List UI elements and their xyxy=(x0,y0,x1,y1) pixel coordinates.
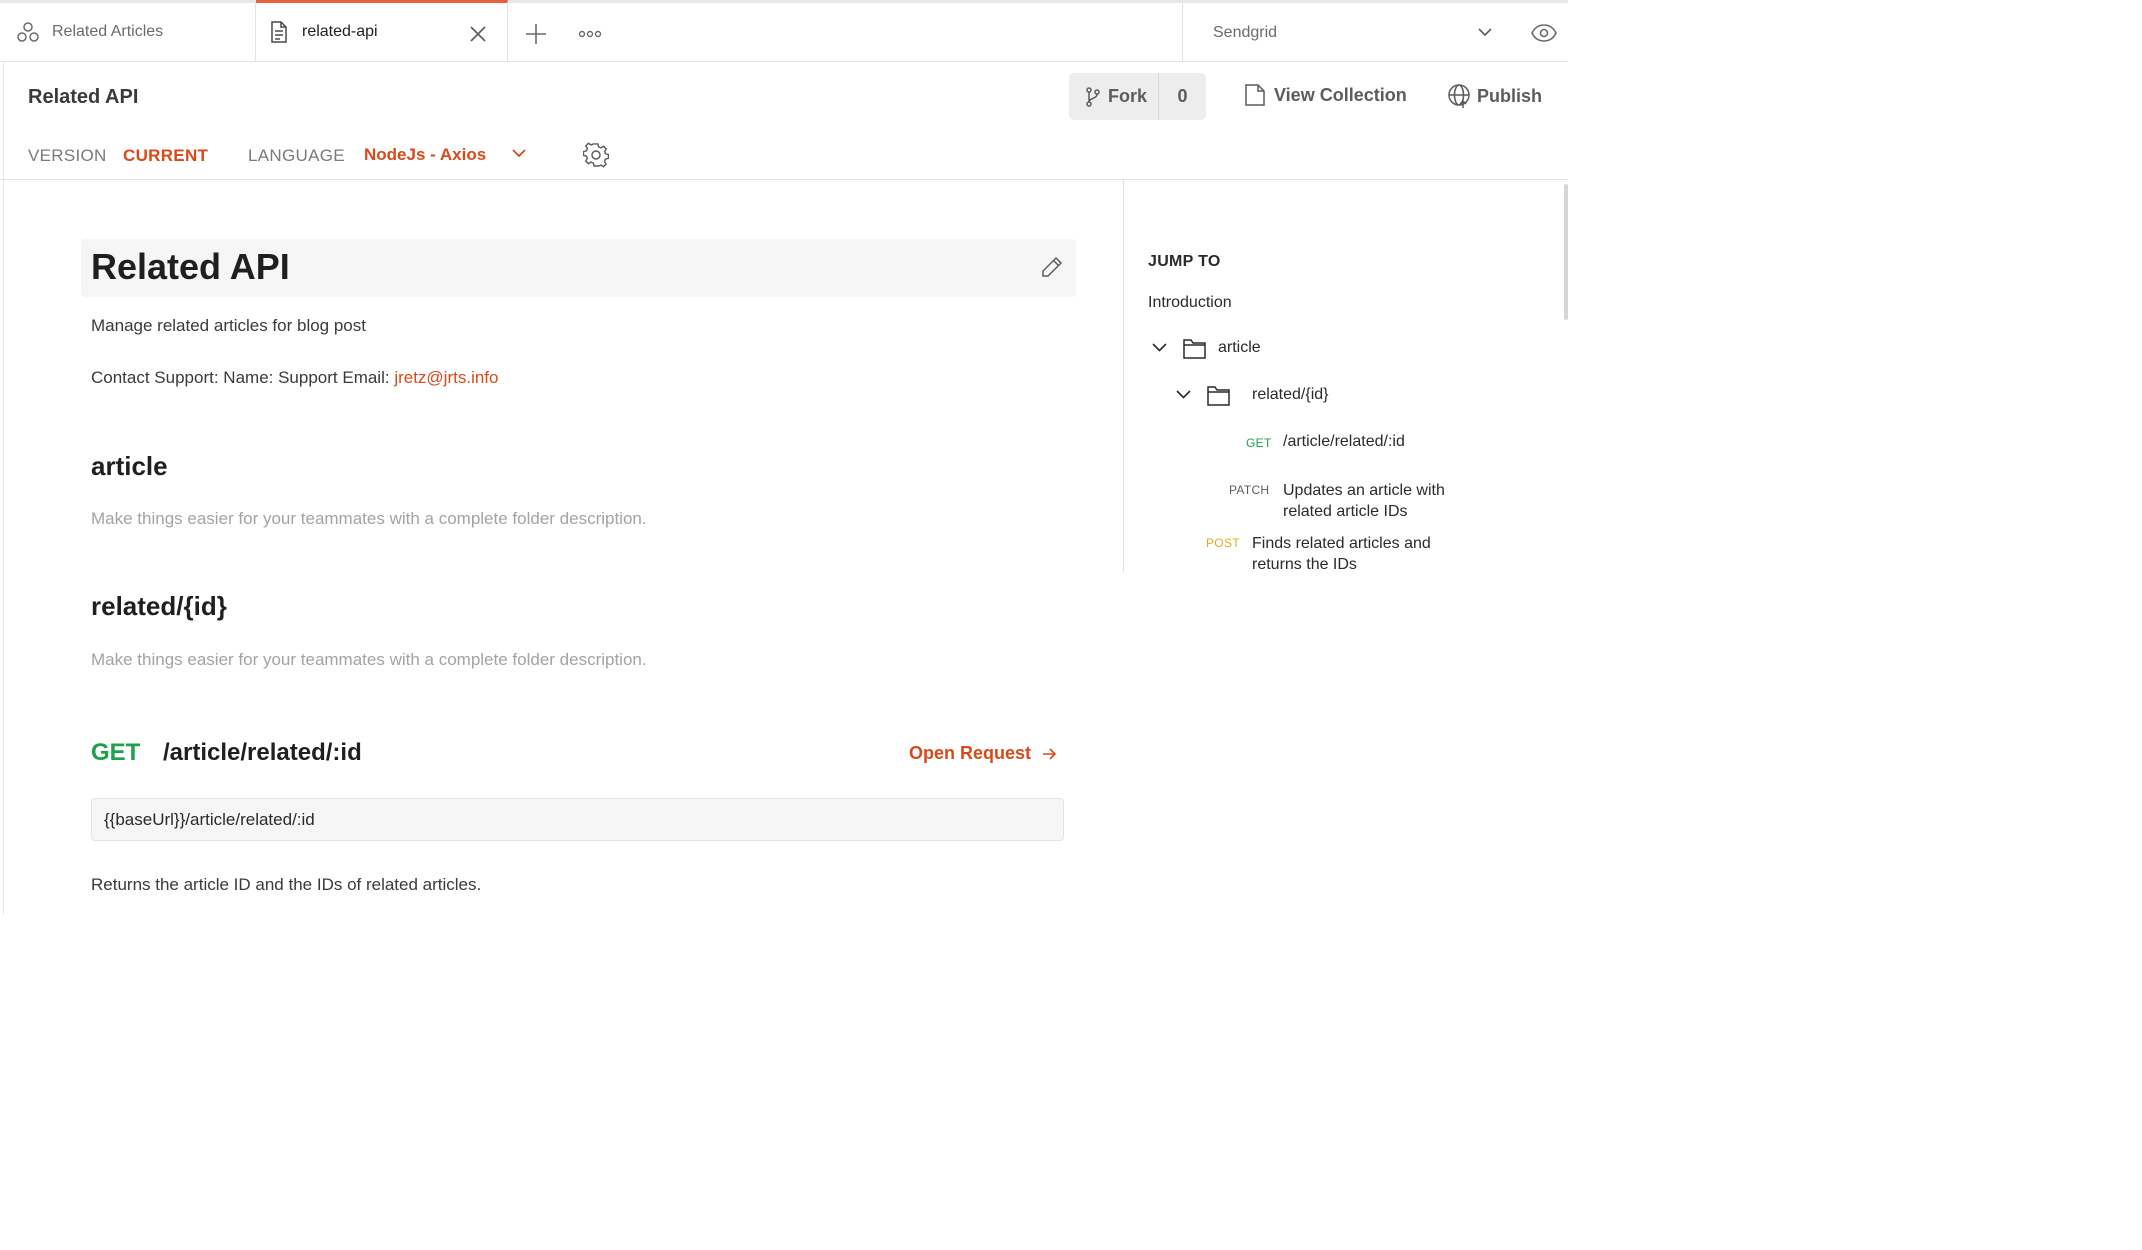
toc-folder-related[interactable]: related/{id} xyxy=(1252,386,1329,404)
version-label: VERSION xyxy=(28,146,107,165)
request-method: GET xyxy=(91,739,141,766)
more-icon[interactable] xyxy=(578,29,602,39)
request-path: /article/related/:id xyxy=(163,739,362,766)
api-title: Related API xyxy=(91,246,290,287)
pencil-icon[interactable] xyxy=(1041,256,1063,278)
environment-name: Sendgrid xyxy=(1213,24,1278,41)
toc-method-badge: PATCH xyxy=(1229,483,1270,497)
section-heading-article: article xyxy=(91,451,168,481)
contact-prefix: Contact Support: Name: Support Email: xyxy=(91,368,395,387)
arrow-right-icon xyxy=(1043,747,1057,760)
publish-button[interactable]: Publish xyxy=(1447,83,1542,109)
collection-icon xyxy=(16,20,40,44)
page-title: Related API xyxy=(28,86,139,108)
header-divider xyxy=(0,179,1568,180)
section-description: Make things easier for your teammates wi… xyxy=(91,650,647,669)
view-collection-label: View Collection xyxy=(1274,84,1407,105)
tab-label: related-api xyxy=(302,23,378,40)
view-collection-button[interactable]: View Collection xyxy=(1245,84,1407,106)
chevron-down-icon xyxy=(1477,27,1493,37)
language-selector[interactable]: NodeJs - Axios xyxy=(364,145,486,165)
api-description: Manage related articles for blog post xyxy=(91,316,366,335)
toc-method-badge: GET xyxy=(1246,436,1272,450)
fork-label: Fork xyxy=(1108,86,1148,106)
toc-request-item[interactable]: Finds related articles and returns the I… xyxy=(1252,533,1462,575)
left-border xyxy=(3,62,4,915)
tab-related-api[interactable]: related-api xyxy=(256,0,508,61)
title-block: Related API xyxy=(81,239,1076,297)
sidebar-divider xyxy=(1123,180,1124,572)
plus-icon[interactable] xyxy=(525,23,547,45)
fork-button[interactable]: Fork xyxy=(1069,73,1159,120)
section-heading-related: related/{id} xyxy=(91,591,227,621)
folder-icon xyxy=(1183,338,1206,359)
environment-selector[interactable]: Sendgrid xyxy=(1182,3,1568,61)
collection-doc-icon xyxy=(1245,84,1265,106)
close-icon[interactable] xyxy=(469,25,487,43)
tab-bar: Related Articles related-api Sendgrid xyxy=(0,0,1568,62)
chevron-down-icon[interactable] xyxy=(512,149,526,158)
language-label: LANGUAGE xyxy=(248,146,345,165)
publish-label: Publish xyxy=(1477,85,1543,106)
fork-group: Fork 0 xyxy=(1069,73,1206,120)
request-url-box[interactable]: {{baseUrl}}/article/related/:id xyxy=(91,798,1064,841)
chevron-down-icon[interactable] xyxy=(1176,390,1191,399)
request-url: {{baseUrl}}/article/related/:id xyxy=(104,810,315,829)
contact-support: Contact Support: Name: Support Email: jr… xyxy=(91,368,498,388)
section-description: Make things easier for your teammates wi… xyxy=(91,509,647,528)
request-description: Returns the article ID and the IDs of re… xyxy=(91,875,482,894)
contact-email-link[interactable]: jretz@jrts.info xyxy=(394,368,498,387)
folder-icon xyxy=(1207,385,1230,406)
fork-count[interactable]: 0 xyxy=(1159,73,1206,120)
tab-label: Related Articles xyxy=(52,23,164,40)
toc-method-badge: POST xyxy=(1206,536,1240,550)
gear-icon[interactable] xyxy=(583,142,609,168)
tab-related-articles[interactable]: Related Articles xyxy=(4,3,256,61)
globe-icon xyxy=(1448,84,1470,108)
scrollbar[interactable] xyxy=(1564,184,1568,320)
fork-icon xyxy=(1086,86,1100,107)
open-request-label: Open Request xyxy=(909,743,1032,763)
open-request-link[interactable]: Open Request xyxy=(909,743,1057,764)
toc-folder-article[interactable]: article xyxy=(1218,339,1261,357)
eye-icon[interactable] xyxy=(1531,23,1557,43)
jump-to-heading: JUMP TO xyxy=(1148,253,1221,270)
chevron-down-icon[interactable] xyxy=(1152,343,1167,352)
toc-request-item[interactable]: Updates an article with related article … xyxy=(1283,480,1483,522)
document-icon xyxy=(268,20,290,44)
version-selector[interactable]: CURRENT xyxy=(123,146,208,166)
toc-introduction[interactable]: Introduction xyxy=(1148,294,1232,312)
toc-request-item[interactable]: /article/related/:id xyxy=(1283,433,1405,451)
